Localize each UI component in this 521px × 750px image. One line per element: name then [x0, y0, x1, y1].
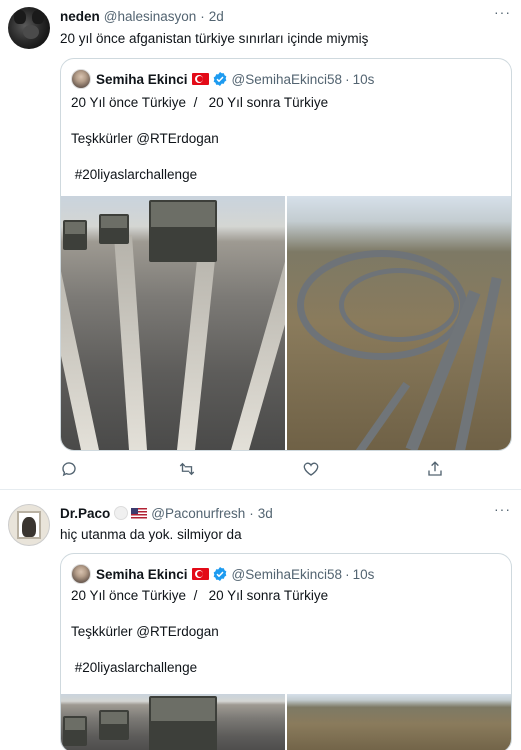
highway-lane: [351, 381, 411, 450]
road-rut: [61, 240, 99, 450]
author-handle[interactable]: @halesinasyon: [104, 9, 197, 24]
truck: [99, 710, 129, 740]
more-icon[interactable]: ···: [494, 4, 511, 20]
tweet-actions: [60, 460, 480, 482]
tweet-header: Dr.Paco @Paconurfresh · 3d: [60, 503, 273, 523]
quoted-hashtag[interactable]: #20liyaslarchallenge: [71, 167, 197, 182]
reply-icon[interactable]: [60, 460, 78, 478]
avatar-detail: [23, 25, 39, 39]
road-rut: [177, 238, 218, 450]
tweet[interactable]: Dr.Paco @Paconurfresh · 3d ··· hiç utanm…: [0, 491, 521, 750]
verified-icon: [213, 72, 226, 86]
avatar-detail: [14, 10, 26, 24]
tweet-text: 20 yıl önce afganistan türkiye sınırları…: [60, 31, 369, 46]
turkey-flag-icon: [191, 73, 209, 85]
turkey-flag-icon: [191, 568, 209, 580]
quoted-text-line: 20 Yıl önce Türkiye / 20 Yıl sonra Türki…: [71, 588, 329, 603]
truck: [63, 716, 87, 746]
quoted-author-name: Semiha Ekinci: [96, 71, 188, 87]
usa-flag-icon: [131, 507, 148, 519]
quoted-author-handle: @SemihaEkinci58: [231, 71, 343, 87]
photo-old-road[interactable]: [61, 694, 285, 750]
retweet-icon[interactable]: [178, 460, 196, 478]
quoted-timestamp: 10s: [352, 566, 375, 582]
quoted-timestamp: 10s: [352, 71, 375, 87]
timestamp[interactable]: 3d: [258, 506, 273, 521]
road-rut: [113, 235, 147, 450]
truck: [99, 214, 129, 244]
verified-icon: [213, 567, 226, 581]
photo-grid: [61, 694, 511, 750]
truck: [149, 200, 217, 262]
separator-dot: ·: [249, 505, 254, 521]
quoted-tweet[interactable]: Semiha Ekinci @SemihaEkinci58 · 10s 20 Y…: [60, 58, 512, 451]
like-icon[interactable]: [302, 460, 320, 478]
quoted-avatar: [71, 564, 91, 584]
avatar[interactable]: [8, 504, 50, 546]
author-name[interactable]: neden: [60, 9, 100, 24]
quoted-text-line: Teşkkürler @RTErdogan: [71, 131, 219, 146]
road-rut: [231, 250, 285, 450]
photo-grid: [61, 196, 511, 450]
separator-dot: ·: [345, 566, 350, 582]
photo-old-road[interactable]: [61, 196, 285, 450]
separator-dot: ·: [345, 71, 350, 87]
tweet-text: hiç utanma da yok. silmiyor da: [60, 527, 242, 542]
photo-new-highway[interactable]: [287, 196, 511, 450]
quoted-hashtag[interactable]: #20liyaslarchallenge: [71, 660, 197, 675]
quoted-author-handle: @SemihaEkinci58: [231, 566, 343, 582]
tweet-header: neden @halesinasyon · 2d: [60, 6, 224, 26]
quoted-text-line: 20 Yıl önce Türkiye / 20 Yıl sonra Türki…: [71, 95, 329, 110]
quoted-author-name: Semiha Ekinci: [96, 566, 188, 582]
quoted-tweet-header: Semiha Ekinci @SemihaEkinci58 · 10s: [71, 69, 374, 89]
avatar-detail: [32, 10, 44, 24]
quoted-tweet-header: Semiha Ekinci @SemihaEkinci58 · 10s: [71, 564, 374, 584]
tweet[interactable]: neden @halesinasyon · 2d ··· 20 yıl önce…: [0, 0, 521, 490]
author-handle[interactable]: @Paconurfresh: [151, 506, 245, 521]
photo-new-highway[interactable]: [287, 694, 511, 750]
author-name[interactable]: Dr.Paco: [60, 506, 110, 521]
profile-badge-icon: [114, 506, 129, 520]
truck: [149, 696, 217, 750]
quoted-avatar: [71, 69, 91, 89]
share-icon[interactable]: [426, 460, 444, 478]
timestamp[interactable]: 2d: [209, 9, 224, 24]
avatar[interactable]: [8, 7, 50, 49]
separator-dot: ·: [200, 8, 205, 24]
highway-loop: [339, 268, 459, 342]
quoted-text-line: Teşkkürler @RTErdogan: [71, 624, 219, 639]
quoted-tweet[interactable]: Semiha Ekinci @SemihaEkinci58 · 10s 20 Y…: [60, 553, 512, 750]
truck: [63, 220, 87, 250]
avatar-detail: [22, 517, 36, 537]
more-icon[interactable]: ···: [494, 501, 511, 517]
